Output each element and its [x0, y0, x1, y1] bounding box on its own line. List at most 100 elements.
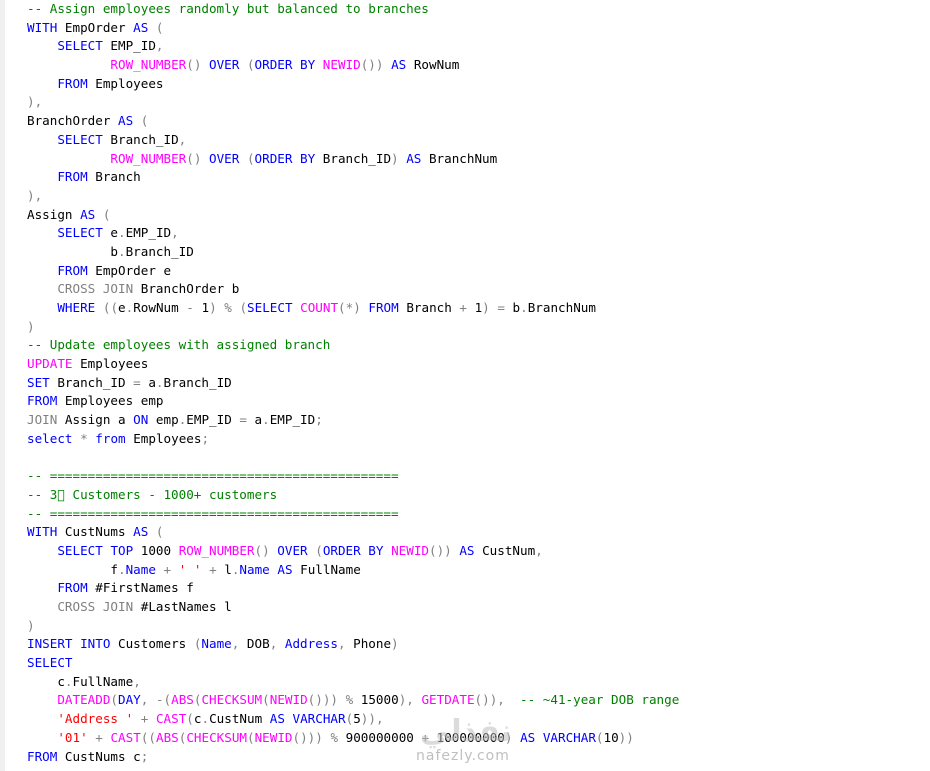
code-line[interactable]: c.FullName, — [27, 673, 930, 692]
code-token: Name — [201, 636, 232, 652]
code-line[interactable]: SELECT EMP_ID, — [27, 37, 930, 56]
code-token: ROW_NUMBER — [110, 57, 187, 73]
code-token: () — [186, 57, 202, 73]
code-line[interactable]: select * from Employees; — [27, 430, 930, 449]
code-token: ; — [201, 430, 210, 446]
code-line[interactable]: 'Address ' + CAST(c.CustNum AS VARCHAR(5… — [27, 710, 930, 729]
code-token: DATEADD — [57, 692, 111, 708]
code-token: NEWID — [391, 542, 429, 558]
code-line[interactable]: WITH EmpOrder AS ( — [27, 19, 930, 38]
code-line[interactable]: DATEADD(DAY, -(ABS(CHECKSUM(NEWID())) % … — [27, 691, 930, 710]
code-line[interactable]: FROM EmpOrder e — [27, 262, 930, 281]
code-line[interactable]: FROM Branch — [27, 168, 930, 187]
code-editor[interactable]: -- Assign employees randomly but balance… — [27, 0, 930, 766]
code-token: Customers — [110, 636, 194, 652]
code-line[interactable]: '01' + CAST((ABS(CHECKSUM(NEWID())) % 90… — [27, 729, 930, 748]
code-line[interactable]: b.Branch_ID — [27, 243, 930, 262]
code-token: BranchNum — [421, 150, 498, 166]
code-token: BranchOrder — [27, 113, 118, 129]
code-token: = — [239, 412, 247, 428]
code-line[interactable]: CROSS JOIN BranchOrder b — [27, 280, 930, 299]
code-line[interactable]: WITH CustNums AS ( — [27, 523, 930, 542]
code-line[interactable]: SET Branch_ID = a.Branch_ID — [27, 374, 930, 393]
code-token: FROM — [27, 393, 58, 409]
code-line[interactable]: BranchOrder AS ( — [27, 112, 930, 131]
code-token: -( — [155, 692, 172, 708]
code-line[interactable]: FROM CustNums c; — [27, 748, 930, 767]
code-line[interactable]: JOIN Assign a ON emp.EMP_ID = a.EMP_ID; — [27, 411, 930, 430]
code-token: FROM — [57, 75, 88, 91]
code-token: EMP_ID — [125, 225, 172, 241]
code-line[interactable]: f.Name + ' ' + l.Name AS FullName — [27, 561, 930, 580]
code-token: GETDATE — [421, 692, 475, 708]
code-token: ( — [95, 206, 111, 222]
code-token: FROM — [57, 169, 88, 185]
code-token: . — [118, 243, 126, 259]
code-token: Phone — [345, 636, 392, 652]
code-line[interactable]: ) — [27, 617, 930, 636]
code-line[interactable]: ROW_NUMBER() OVER (ORDER BY Branch_ID) A… — [27, 150, 930, 169]
code-token: EMP_ID — [102, 38, 156, 54]
code-line[interactable]: Assign AS ( — [27, 206, 930, 225]
code-token: AS — [391, 57, 407, 73]
code-token: Assign a — [57, 412, 134, 428]
code-token: ( — [186, 711, 194, 727]
code-token: (( — [102, 300, 119, 315]
code-token: BranchOrder b — [133, 281, 240, 297]
code-token: l — [216, 561, 232, 577]
code-line[interactable]: FROM Employees — [27, 75, 930, 94]
code-token: + — [95, 729, 103, 745]
code-line[interactable]: -- Assign employees randomly but balance… — [27, 0, 930, 19]
code-token: . — [201, 711, 210, 727]
code-token: 1000 — [133, 542, 179, 558]
code-line[interactable]: ROW_NUMBER() OVER (ORDER BY NEWID()) AS … — [27, 56, 930, 75]
code-token: NEWID — [254, 729, 293, 745]
code-token: Branch_ID — [102, 131, 179, 147]
code-line[interactable]: ) — [27, 318, 930, 337]
code-line[interactable]: ), — [27, 93, 930, 112]
code-line[interactable]: FROM Employees emp — [27, 392, 930, 411]
code-token: ( — [246, 57, 255, 73]
code-line[interactable]: CROSS JOIN #LastNames l — [27, 598, 930, 617]
code-line[interactable] — [27, 449, 930, 468]
code-token: SELECT — [27, 655, 73, 671]
code-token: Branch_ID — [49, 374, 134, 390]
code-line[interactable]: FROM #FirstNames f — [27, 579, 930, 598]
code-token: () — [186, 150, 202, 166]
code-line[interactable]: WHERE ((e. RowNum - 1) % (SELECT COUNT(*)… — [27, 299, 930, 318]
code-line[interactable]: -- =====================================… — [27, 505, 930, 524]
code-line[interactable]: -- =====================================… — [27, 467, 930, 486]
code-token: CROSS JOIN — [57, 599, 134, 614]
code-token: OVER — [209, 57, 240, 73]
code-token: ( — [262, 692, 270, 708]
code-token: ()) — [429, 542, 452, 558]
code-line[interactable]: -- 3⃣ Customers - 1000+ customers — [27, 486, 930, 505]
code-line[interactable]: ), — [27, 187, 930, 206]
code-line[interactable]: SELECT — [27, 654, 930, 673]
code-token: ; — [315, 412, 323, 428]
code-token: ORDER BY — [254, 57, 316, 73]
code-token: ) — [27, 617, 35, 633]
code-line[interactable]: SELECT TOP 1000 ROW_NUMBER() OVER (ORDER… — [27, 542, 930, 561]
code-token: ABS — [171, 692, 194, 708]
code-line[interactable]: UPDATE Employees — [27, 355, 930, 374]
code-token: from — [95, 430, 126, 446]
code-line[interactable]: -- Update employees with assigned branch — [27, 336, 930, 355]
code-line[interactable]: INSERT INTO Customers (Name, DOB, Addres… — [27, 635, 930, 654]
code-token: FullName — [72, 673, 134, 689]
code-token: -- =====================================… — [27, 468, 399, 484]
code-token: -- Assign employees randomly but balance… — [27, 1, 429, 16]
code-token: , — [178, 131, 187, 147]
code-line[interactable]: SELECT Branch_ID, — [27, 131, 930, 150]
code-line[interactable]: SELECT e.EMP_ID, — [27, 224, 930, 243]
code-token: WITH — [27, 19, 58, 35]
